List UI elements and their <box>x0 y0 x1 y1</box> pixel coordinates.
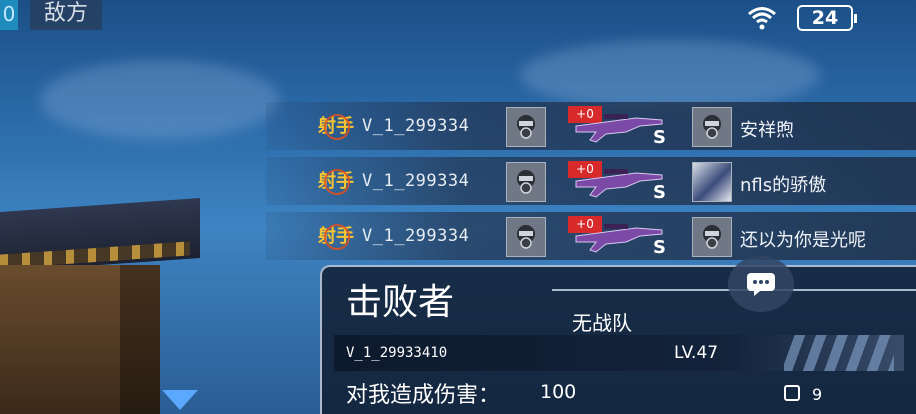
gas-mask-avatar <box>692 107 732 147</box>
wifi-icon <box>748 7 776 30</box>
decorative-stripes <box>784 335 894 371</box>
killer-level: LV.47 <box>674 343 719 363</box>
battery-indicator: 24 <box>797 5 857 31</box>
panel-title: 击败者 <box>346 282 455 323</box>
team-score-tag: 0 <box>0 0 18 30</box>
photo-avatar <box>692 162 732 202</box>
sniper-badge-icon: 射手 <box>318 167 354 195</box>
killer-name: V_1_299334 <box>362 171 470 191</box>
killer-player-id: V_1_29933410 <box>346 345 448 361</box>
gas-mask-avatar <box>506 217 546 257</box>
victim-name: nfls的骄傲 <box>740 175 827 196</box>
sniper-badge-icon: 射手 <box>318 222 354 250</box>
sky-cloud <box>520 40 820 110</box>
sky-cloud <box>40 60 280 140</box>
teammate-marker-icon <box>162 390 198 410</box>
hit-count-icon <box>784 385 800 401</box>
sniper-rifle-icon: +0 S <box>566 106 672 148</box>
weapon-grade: S <box>653 237 666 258</box>
victim-name: 还以为你是光呢 <box>740 230 866 251</box>
kill-feed-row: 射手 V_1_299334 +0 S 安祥煦 <box>266 102 916 150</box>
wall-shadow <box>120 265 160 414</box>
kill-feed-row: 射手 V_1_299334 +0 S 还以为你是光呢 <box>266 212 916 260</box>
gas-mask-avatar <box>692 217 732 257</box>
enemy-team-label: 敌方 <box>30 0 102 30</box>
killer-info-bar: V_1_29933410 LV.47 <box>334 335 904 371</box>
chat-bubble-icon <box>747 273 775 296</box>
sniper-badge-icon: 射手 <box>318 112 354 140</box>
killer-name: V_1_299334 <box>362 226 470 246</box>
hit-count: 9 <box>812 385 823 404</box>
sniper-rifle-icon: +0 S <box>566 216 672 258</box>
killer-team: 无战队 <box>572 311 632 335</box>
gas-mask-avatar <box>506 107 546 147</box>
damage-value: 100 <box>540 381 577 403</box>
killer-info-panel: 击败者 无战队 V_1_29933410 LV.47 对我造成伤害： 100 9 <box>320 265 916 414</box>
weapon-grade: S <box>653 127 666 148</box>
gas-mask-avatar <box>506 162 546 202</box>
sniper-rifle-icon: +0 S <box>566 161 672 203</box>
killer-name: V_1_299334 <box>362 116 470 136</box>
damage-label: 对我造成伤害： <box>346 383 501 408</box>
victim-name: 安祥煦 <box>740 120 794 141</box>
weapon-grade: S <box>653 182 666 203</box>
kill-feed-row: 射手 V_1_299334 +0 S nfls的骄傲 <box>266 157 916 205</box>
chat-button[interactable] <box>728 256 794 312</box>
